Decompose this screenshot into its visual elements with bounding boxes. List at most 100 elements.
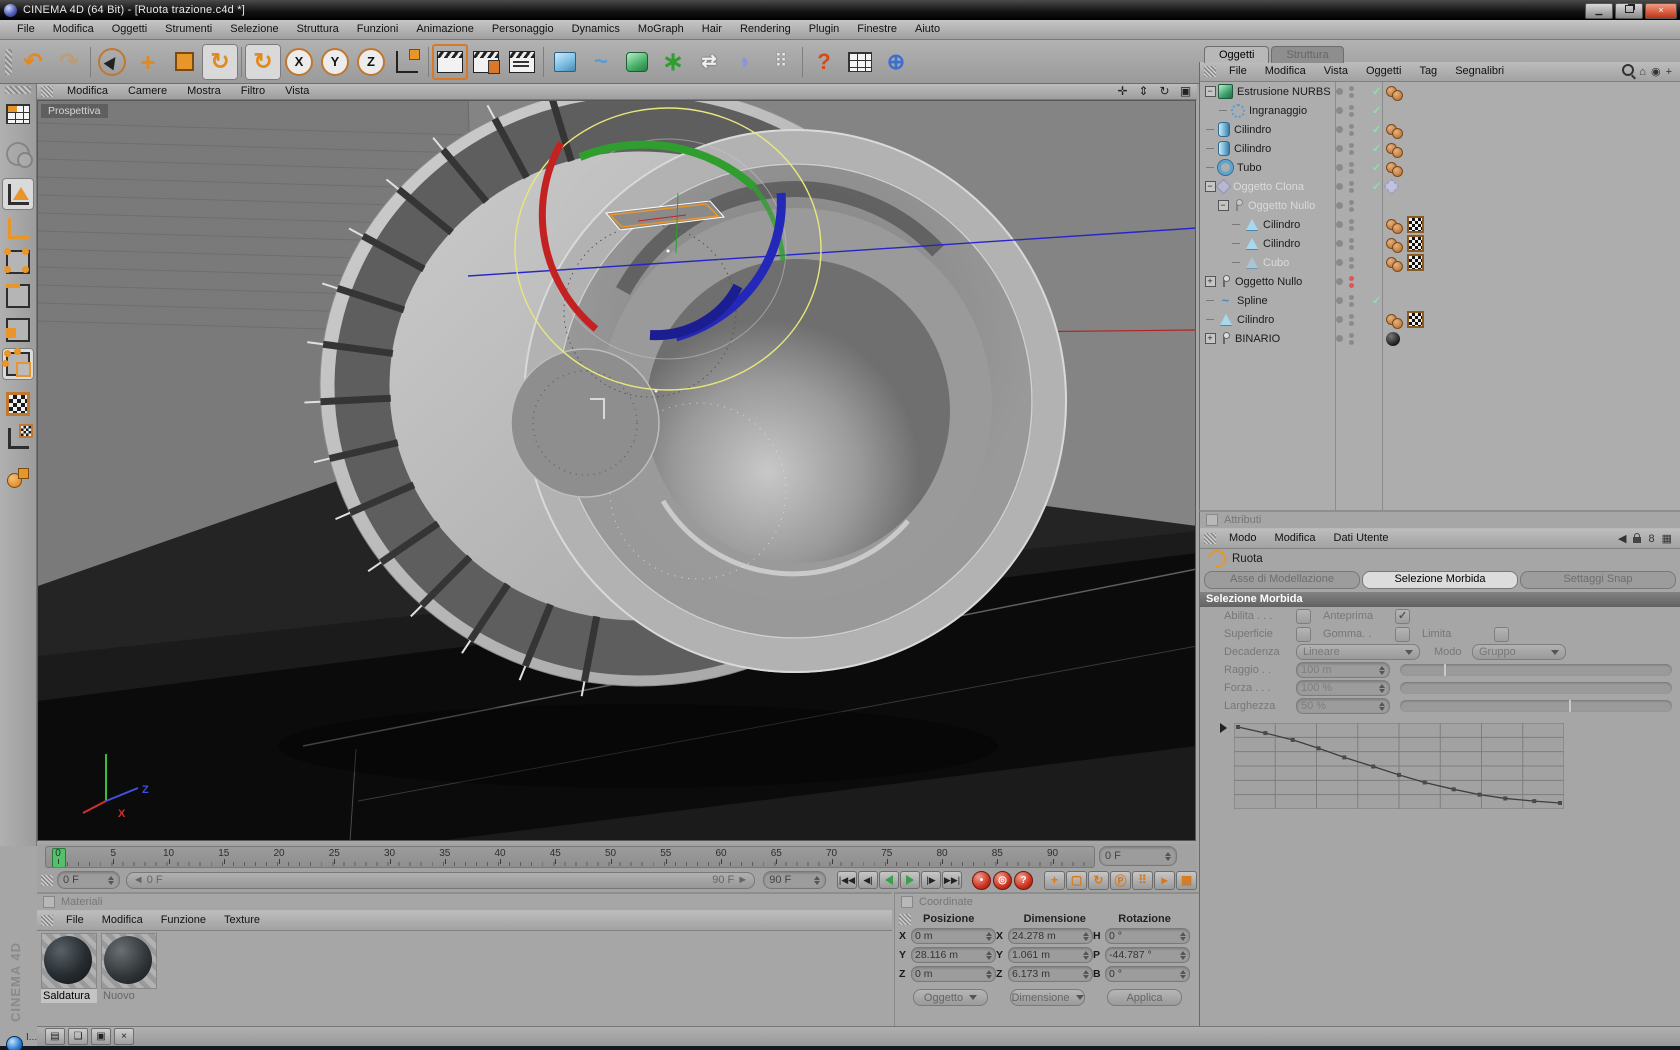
- spinner-arrows-icon[interactable]: [814, 875, 820, 885]
- go-end-button[interactable]: ▶▶|: [942, 871, 962, 889]
- menu-funzioni[interactable]: Funzioni: [348, 20, 408, 39]
- editor-dot-icon[interactable]: [1336, 221, 1343, 228]
- editor-dot-icon[interactable]: [1336, 316, 1343, 323]
- raggio-field[interactable]: 100 m: [1296, 662, 1390, 678]
- viewport-menu-filtro[interactable]: Filtro: [231, 84, 275, 99]
- enabled-check-icon[interactable]: ✓: [1372, 161, 1381, 174]
- render-dots[interactable]: [1349, 142, 1354, 155]
- render-dots[interactable]: [1349, 313, 1354, 326]
- dot-top-icon[interactable]: [1349, 180, 1354, 186]
- dimension-x-input[interactable]: 24.278 m: [1008, 928, 1093, 944]
- keying-help-button[interactable]: ?: [1014, 870, 1033, 890]
- add-deformer-button[interactable]: ◗: [727, 44, 763, 80]
- dot-bottom-icon[interactable]: [1349, 244, 1354, 250]
- dot-bottom-icon[interactable]: [1349, 339, 1354, 345]
- dot-bottom-icon[interactable]: [1349, 92, 1354, 98]
- editor-dot-icon[interactable]: [1336, 107, 1343, 114]
- attr-menu-modo[interactable]: Modo: [1220, 529, 1266, 548]
- menu-rendering[interactable]: Rendering: [731, 20, 800, 39]
- tree-toggle[interactable]: −: [1217, 200, 1229, 212]
- viewport-menu-mostra[interactable]: Mostra: [177, 84, 231, 99]
- end-frame-field[interactable]: 90 F: [763, 871, 826, 889]
- close-window-button[interactable]: ×: [114, 1028, 134, 1045]
- autokey-button[interactable]: ◎: [993, 870, 1012, 890]
- editor-dot-icon[interactable]: [1336, 278, 1343, 285]
- history-back-icon[interactable]: ◀: [1618, 532, 1626, 545]
- enabled-check-icon[interactable]: ✓: [1372, 142, 1381, 155]
- lock-z-button[interactable]: Z: [353, 44, 389, 80]
- render-dots[interactable]: [1349, 85, 1354, 98]
- dot-bottom-icon[interactable]: [1349, 111, 1354, 117]
- taskbar-window-label[interactable]: I...: [26, 1032, 37, 1043]
- editor-dot-icon[interactable]: [1336, 259, 1343, 266]
- leftbar-drag-handle-icon[interactable]: [5, 86, 31, 94]
- dot-bottom-icon[interactable]: [1349, 168, 1354, 174]
- larghezza-field[interactable]: 50 %: [1296, 698, 1390, 714]
- dot-top-icon[interactable]: [1349, 294, 1354, 300]
- om-menu-oggetti[interactable]: Oggetti: [1357, 62, 1410, 81]
- om-menu-segnalibri[interactable]: Segnalibri: [1446, 62, 1513, 81]
- spinner-arrows-icon[interactable]: [1180, 969, 1186, 979]
- render-view-button[interactable]: [432, 44, 468, 80]
- abilita-checkbox[interactable]: [1296, 608, 1311, 624]
- texture-mode-button[interactable]: [2, 388, 34, 420]
- minimize-button[interactable]: ▁: [1585, 3, 1613, 19]
- tree-toggle[interactable]: +: [1204, 276, 1216, 288]
- om-menu-vista[interactable]: Vista: [1315, 62, 1357, 81]
- forza-field[interactable]: 100 %: [1296, 680, 1390, 696]
- add-symmetry-button[interactable]: ⇄: [691, 44, 727, 80]
- slider-handle[interactable]: [1568, 700, 1571, 712]
- go-start-button[interactable]: |◀◀: [837, 871, 857, 889]
- minus-toggle-icon[interactable]: −: [1204, 181, 1216, 192]
- editor-dot-icon[interactable]: [1336, 335, 1343, 342]
- render-dots[interactable]: [1349, 123, 1354, 136]
- lock-icon[interactable]: [1633, 533, 1642, 543]
- menu-modifica[interactable]: Modifica: [44, 20, 103, 39]
- material-preview-sphere[interactable]: [101, 933, 157, 989]
- viewport-menu-vista[interactable]: Vista: [275, 84, 319, 99]
- visibility-dots[interactable]: [1336, 332, 1370, 345]
- visibility-dots[interactable]: [1336, 142, 1370, 155]
- dot-bottom-icon[interactable]: [1349, 206, 1354, 212]
- menu-strumenti[interactable]: Strumenti: [156, 20, 221, 39]
- spheres-tag-icon[interactable]: [1386, 161, 1404, 177]
- tree-row-cilindro[interactable]: Cilindro: [1200, 310, 1680, 329]
- gomma-checkbox[interactable]: [1395, 626, 1410, 642]
- attr-menu-modifica[interactable]: Modifica: [1266, 529, 1325, 548]
- tab-oggetti[interactable]: Oggetti: [1204, 46, 1270, 63]
- record-parameter-toggle[interactable]: Ⓟ: [1110, 870, 1131, 890]
- point-mode-button[interactable]: [2, 246, 34, 278]
- spinner-arrows-icon[interactable]: [1083, 931, 1089, 941]
- visibility-dots[interactable]: [1336, 218, 1370, 231]
- rotate-button[interactable]: ↻: [202, 43, 238, 80]
- drag-handle-icon[interactable]: [1204, 66, 1216, 77]
- tree-row-oggetto-nullo[interactable]: + Oggetto Nullo: [1200, 272, 1680, 291]
- live-selection-button[interactable]: [94, 44, 130, 80]
- tree-row-ingranaggio[interactable]: Ingranaggio ✓: [1200, 101, 1680, 120]
- tree-row-spline[interactable]: ~ Spline ✓: [1200, 291, 1680, 310]
- spinner-arrows-icon[interactable]: [1379, 665, 1385, 675]
- help-button[interactable]: ?: [806, 44, 842, 80]
- tree-row-cubo[interactable]: Cubo: [1200, 253, 1680, 272]
- visibility-dots[interactable]: [1336, 294, 1370, 307]
- add-panel-icon[interactable]: ▦: [1662, 532, 1672, 545]
- plus-toggle-icon[interactable]: +: [1204, 276, 1216, 287]
- record-scale-toggle[interactable]: ▢: [1066, 870, 1087, 890]
- dot-bottom-icon[interactable]: [1349, 225, 1354, 231]
- keyframe-presets-toggle[interactable]: ▦: [1176, 870, 1197, 890]
- minus-toggle-icon[interactable]: −: [1217, 200, 1229, 211]
- larghezza-slider[interactable]: [1400, 700, 1672, 712]
- doc-window-button[interactable]: ▤: [45, 1028, 65, 1045]
- materials-menu-modifica[interactable]: Modifica: [93, 911, 152, 930]
- tree-row-oggetto-nullo[interactable]: − Oggetto Nullo: [1200, 196, 1680, 215]
- materials-menu-texture[interactable]: Texture: [215, 911, 269, 930]
- position-z-input[interactable]: 0 m: [911, 966, 996, 982]
- spinner-arrows-icon[interactable]: [986, 950, 992, 960]
- editor-dot-icon[interactable]: [1336, 183, 1343, 190]
- menu-oggetti[interactable]: Oggetti: [103, 20, 156, 39]
- minus-toggle-icon[interactable]: −: [1204, 86, 1216, 97]
- menu-plugin[interactable]: Plugin: [800, 20, 849, 39]
- attr-tab-selezione-morbida[interactable]: Selezione Morbida: [1362, 571, 1518, 589]
- dot-top-icon[interactable]: [1349, 142, 1354, 148]
- visibility-dots[interactable]: [1336, 161, 1370, 174]
